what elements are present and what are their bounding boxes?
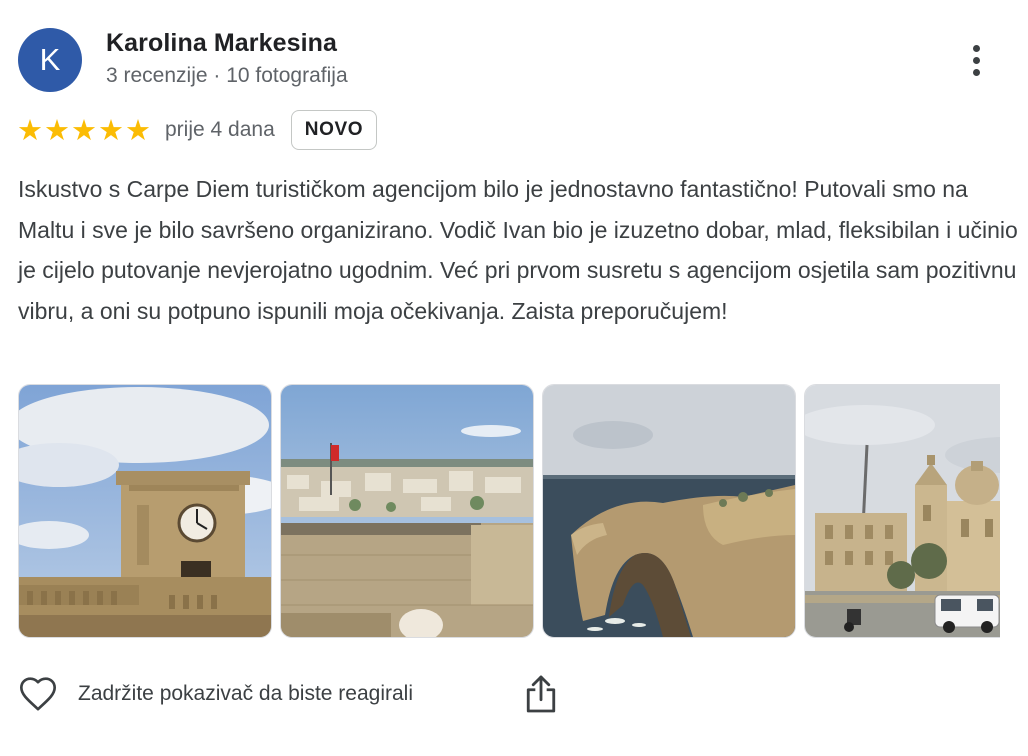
- react-hint-label: Zadržite pokazivač da biste reagirali: [78, 682, 413, 705]
- star-icon: ★: [44, 112, 70, 147]
- photo-strip[interactable]: [18, 384, 1000, 638]
- review-photo[interactable]: [280, 384, 534, 638]
- heart-outline-icon[interactable]: [18, 675, 58, 715]
- photo-sea-arch: [543, 385, 795, 637]
- more-options-button[interactable]: [958, 40, 994, 80]
- photo-clock-tower: [19, 385, 271, 637]
- review-card: K Karolina Markesina 3 recenzije · 10 fo…: [0, 0, 1028, 756]
- star-rating: ★ ★ ★ ★ ★: [17, 112, 151, 147]
- more-vert-icon-dot: [972, 68, 980, 76]
- avatar[interactable]: K: [18, 28, 82, 92]
- star-icon: ★: [17, 112, 43, 147]
- review-actions: Zadržite pokazivač da biste reagirali: [18, 670, 578, 720]
- review-date: prije 4 dana: [165, 118, 275, 141]
- avatar-initial: K: [39, 42, 61, 77]
- rating-row: ★ ★ ★ ★ ★ prije 4 dana NOVO: [17, 108, 378, 152]
- review-photo[interactable]: [18, 384, 272, 638]
- star-icon: ★: [71, 112, 97, 147]
- photo-town-view: [281, 385, 533, 637]
- reviewer-meta: 3 recenzije · 10 fotografija: [106, 64, 348, 87]
- review-photo[interactable]: [804, 384, 1000, 638]
- review-photo[interactable]: [542, 384, 796, 638]
- reviewer-name[interactable]: Karolina Markesina: [106, 29, 337, 58]
- star-icon: ★: [98, 112, 124, 147]
- more-vert-icon: [972, 44, 980, 52]
- new-badge: NOVO: [290, 110, 378, 150]
- share-icon[interactable]: [524, 674, 558, 714]
- star-icon: ★: [125, 112, 151, 147]
- more-vert-icon-dot: [972, 56, 980, 64]
- photo-church: [805, 385, 1000, 637]
- review-text: Iskustvo s Carpe Diem turističkom agenci…: [18, 176, 1018, 324]
